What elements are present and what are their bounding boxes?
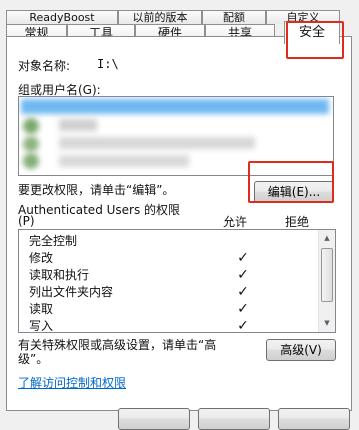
allow-check-icon: ✓ (237, 318, 249, 333)
edit-button-highlight (248, 161, 334, 203)
list-item[interactable] (59, 155, 189, 167)
user-icon (23, 153, 39, 169)
permission-row[interactable]: 读取和执行 (29, 267, 89, 283)
allow-check-icon: ✓ (237, 267, 249, 283)
cancel-button[interactable] (198, 408, 270, 430)
permission-name: 读取 (29, 302, 54, 316)
allow-check-icon: ✓ (237, 250, 249, 266)
security-tab-highlight (286, 21, 344, 59)
permission-name: 列出文件夹内容 (29, 285, 114, 299)
permission-row[interactable]: 完全控制 (29, 233, 77, 249)
user-icon (23, 118, 39, 134)
object-name-label: 对象名称: (18, 59, 71, 73)
permissions-title: Authenticated Users 的权限 (18, 203, 181, 217)
permission-name: 读取和执行 (29, 268, 90, 282)
object-name-value: I:\ (97, 57, 119, 71)
permission-name: 写入 (29, 319, 54, 333)
permission-row[interactable]: 修改 (29, 250, 53, 266)
change-permissions-text: 要更改权限，请单击“编辑”。 (18, 183, 175, 197)
scroll-down-icon[interactable]: ▼ (319, 316, 335, 330)
permission-row[interactable]: 写入 (29, 318, 54, 333)
scrollbar-thumb[interactable] (321, 248, 333, 302)
permission-name: 修改 (29, 251, 54, 265)
permissions-scrollbar[interactable]: ▲ ▼ (318, 230, 335, 332)
deny-column-header: 拒绝 (285, 215, 310, 229)
list-item[interactable] (21, 99, 329, 114)
permissions-list[interactable]: 完全控制 修改 ✓ 读取和执行 ✓ 列出文件夹内容 ✓ 读取 ✓ 写入 ✓ ▲ … (18, 229, 336, 333)
permission-name: 完全控制 (29, 234, 78, 248)
ok-button[interactable] (118, 408, 190, 430)
apply-button[interactable] (278, 408, 350, 430)
advanced-button[interactable]: 高级(V) (266, 339, 336, 361)
learn-access-control-link[interactable]: 了解访问控制和权限 (18, 374, 126, 391)
allow-column-header: 允许 (223, 215, 248, 229)
scroll-up-icon[interactable]: ▲ (319, 231, 335, 245)
list-item[interactable] (59, 119, 97, 131)
allow-check-icon: ✓ (237, 301, 249, 317)
list-item[interactable] (59, 137, 255, 149)
permissions-title-accel: (P) (18, 214, 35, 228)
advanced-text-line2: 级”。 (18, 352, 49, 366)
user-icon (23, 136, 39, 152)
permission-row[interactable]: 列出文件夹内容 (29, 284, 113, 300)
allow-check-icon: ✓ (237, 284, 249, 300)
permission-row[interactable]: 读取 (29, 301, 53, 317)
